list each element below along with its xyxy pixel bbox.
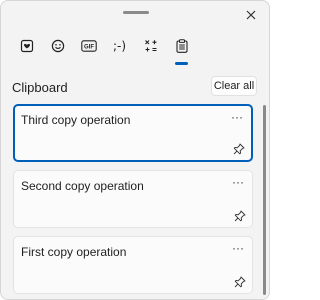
- more-options-icon[interactable]: ···: [232, 175, 244, 189]
- svg-text:GIF: GIF: [84, 45, 94, 51]
- pin-icon[interactable]: [233, 143, 245, 155]
- clipboard-item-text: Third copy operation: [21, 113, 131, 127]
- clipboard-item-text: Second copy operation: [21, 179, 144, 193]
- clipboard-item[interactable]: First copy operation ···: [13, 236, 253, 294]
- clipboard-icon: [175, 39, 188, 53]
- clipboard-item[interactable]: Second copy operation ···: [13, 170, 253, 228]
- more-options-icon[interactable]: ···: [232, 241, 244, 255]
- tab-kaomoji[interactable]: ;-): [104, 35, 135, 57]
- tab-emoji[interactable]: [42, 35, 73, 57]
- close-button[interactable]: [243, 7, 259, 23]
- tab-stickers[interactable]: [11, 35, 42, 57]
- clipboard-panel: GIF ;-) Clipboard Clear all Third copy o…: [0, 0, 270, 300]
- drag-handle[interactable]: [123, 11, 149, 14]
- sticker-icon: [20, 39, 33, 53]
- symbols-icon: [144, 40, 156, 52]
- tab-clipboard[interactable]: [166, 35, 197, 65]
- more-options-icon[interactable]: ···: [231, 110, 243, 124]
- kaomoji-icon: ;-): [112, 39, 127, 53]
- scrollbar[interactable]: [263, 105, 266, 295]
- clipboard-item[interactable]: Third copy operation ···: [13, 104, 253, 162]
- clear-all-button[interactable]: Clear all: [211, 76, 257, 96]
- category-tabs: GIF ;-): [11, 35, 197, 65]
- tab-gif[interactable]: GIF: [73, 35, 104, 57]
- section-title: Clipboard: [12, 80, 68, 95]
- gif-icon: GIF: [80, 40, 97, 52]
- pin-icon[interactable]: [234, 276, 246, 288]
- tab-symbols[interactable]: [135, 35, 166, 57]
- close-icon: [246, 10, 256, 20]
- pin-icon[interactable]: [234, 210, 246, 222]
- emoji-icon: [51, 39, 64, 53]
- clipboard-item-text: First copy operation: [21, 245, 127, 259]
